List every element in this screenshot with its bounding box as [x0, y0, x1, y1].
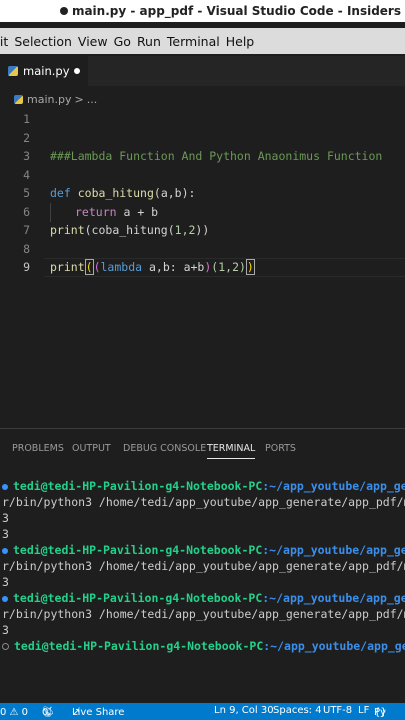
live-share-label: Live Share	[72, 707, 125, 718]
chevron-right-icon: >	[74, 92, 84, 106]
code-function-name: coba_hitung	[77, 186, 154, 200]
python-file-icon	[14, 94, 23, 104]
terminal-user: tedi@tedi-HP-Pavilion-g4-Notebook-PC	[14, 639, 264, 653]
title-bar: main.py - app_pdf - Visual Studio Code -…	[0, 0, 405, 22]
code-comment: ###Lambda Function And Python Anaonimus …	[50, 149, 383, 163]
terminal-output-line: 3	[2, 623, 9, 637]
terminal-output-line: 3	[2, 527, 9, 541]
command-success-icon	[2, 483, 8, 490]
code-keyword-return: return	[75, 204, 117, 219]
language-label: Py	[374, 707, 386, 718]
code-call: (coba_hitung(	[84, 223, 175, 237]
terminal-command: r/bin/python3 /home/tedi/app_youtube/app…	[2, 607, 405, 621]
menu-edit[interactable]: dit	[0, 34, 14, 49]
code-inner-bracket: (	[93, 260, 101, 274]
line-number: 6	[23, 204, 30, 219]
code-print: print	[50, 260, 85, 274]
terminal-user: tedi@tedi-HP-Pavilion-g4-Notebook-PC	[13, 591, 263, 605]
line-number: 4	[23, 167, 30, 182]
tab-ports[interactable]: PORTS	[265, 443, 296, 454]
status-indentation[interactable]: Spaces: 4	[273, 705, 322, 716]
terminal-output[interactable]: tedi@tedi-HP-Pavilion-g4-Notebook-PC:~/a…	[0, 478, 405, 698]
unsaved-dot-icon	[59, 7, 68, 15]
terminal-output-line: 3	[2, 575, 9, 589]
window-title: main.py - app_pdf - Visual Studio Code -…	[71, 4, 401, 18]
menu-help[interactable]: Help	[226, 34, 261, 49]
indent-guide	[50, 202, 51, 222]
menu-terminal[interactable]: Terminal	[167, 34, 226, 49]
code-editor[interactable]: 1 2 3 ###Lambda Function And Python Anaon…	[0, 110, 405, 425]
code-keyword-def: def	[50, 186, 71, 200]
code-params: (a,b):	[153, 186, 196, 200]
status-eol[interactable]: LF	[358, 705, 369, 716]
panel-divider[interactable]	[0, 428, 405, 429]
line-number: 7	[23, 223, 30, 237]
terminal-command: r/bin/python3 /home/tedi/app_youtube/app…	[2, 495, 405, 509]
code-lambda-body: a,b: a+b	[142, 260, 205, 274]
ports-count: 0	[42, 707, 49, 718]
code-args: (1,2)	[211, 260, 246, 274]
tab-main-py[interactable]: main.py	[0, 56, 88, 86]
panel-tabs: PROBLEMS OUTPUT DEBUG CONSOLE TERMINAL P…	[0, 440, 405, 460]
modified-dot-icon[interactable]	[74, 68, 80, 74]
code-print: print	[50, 223, 85, 237]
code-expression: a + b	[116, 204, 159, 219]
command-success-icon	[2, 595, 8, 602]
error-warning-count: 0 ⚠ 0	[0, 707, 29, 718]
terminal-command: r/bin/python3 /home/tedi/app_youtube/app…	[2, 559, 405, 573]
bracket-match: (	[84, 259, 94, 275]
terminal-path: :~/app_youtube/app_generate/app	[262, 479, 405, 493]
code-args: 1,2	[174, 223, 196, 237]
line-number: 5	[23, 186, 30, 200]
menu-go[interactable]: Go	[114, 34, 137, 49]
line-number: 1	[23, 112, 30, 126]
terminal-path: :~/app_youtube/app_generate/app	[262, 543, 405, 557]
status-bar: 0 ⚠ 0 📡︎ 0 ↗ Live Share Ln 9, Col 30 Spac…	[0, 703, 405, 720]
status-encoding[interactable]: UTF-8	[323, 705, 352, 716]
tab-output[interactable]: OUTPUT	[72, 443, 111, 454]
terminal-output-line: 3	[2, 511, 9, 525]
status-cursor-position[interactable]: Ln 9, Col 30	[214, 705, 274, 716]
menu-view[interactable]: View	[78, 34, 114, 49]
menu-run[interactable]: Run	[137, 34, 167, 49]
breadcrumb: main.py > ...	[0, 90, 405, 108]
bracket-match: )	[245, 259, 255, 275]
line-number: 9	[23, 260, 30, 274]
line-number: 2	[23, 130, 30, 145]
code-keyword-lambda: lambda	[100, 260, 143, 274]
terminal-path: :~/app_youtube/app_generate/app	[263, 639, 405, 653]
breadcrumb-more[interactable]: ...	[87, 93, 98, 106]
command-success-icon	[2, 547, 8, 554]
tab-problems[interactable]: PROBLEMS	[12, 443, 64, 454]
menu-bar: dit Selection View Go Run Terminal Help	[0, 28, 405, 54]
command-pending-icon	[2, 643, 9, 650]
tab-bar: main.py	[0, 56, 405, 86]
terminal-user: tedi@tedi-HP-Pavilion-g4-Notebook-PC	[13, 543, 263, 557]
terminal-user: tedi@tedi-HP-Pavilion-g4-Notebook-PC	[13, 479, 263, 493]
breadcrumb-file[interactable]: main.py	[27, 93, 71, 106]
python-file-icon	[8, 66, 18, 76]
tab-terminal[interactable]: TERMINAL	[207, 443, 256, 459]
tab-debug-console[interactable]: DEBUG CONSOLE	[123, 443, 206, 454]
line-number: 3	[23, 149, 30, 163]
line-number: 8	[23, 241, 30, 256]
tab-label: main.py	[23, 64, 70, 78]
menu-selection[interactable]: Selection	[14, 34, 78, 49]
code-close: ))	[195, 223, 210, 237]
terminal-path: :~/app_youtube/app_generate/app	[262, 591, 405, 605]
